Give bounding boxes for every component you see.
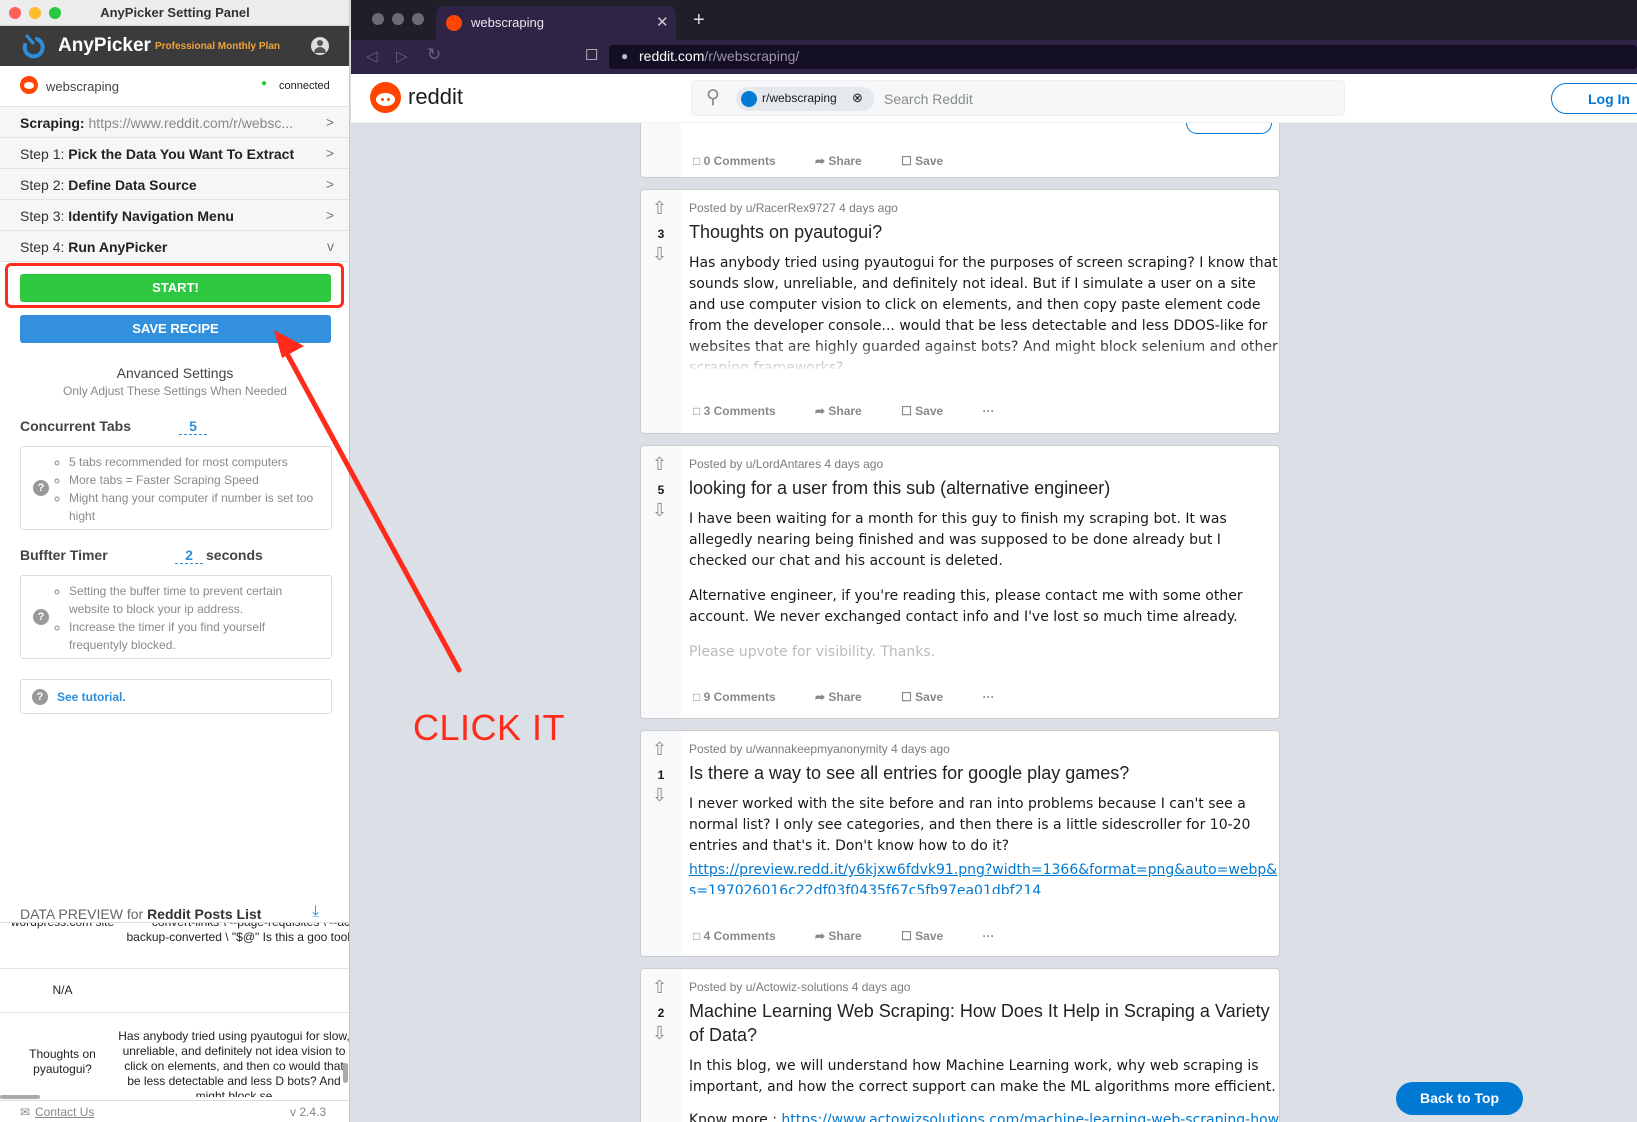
click-it-annotation: CLICK IT	[413, 707, 566, 748]
arrow-head-icon	[274, 330, 304, 358]
annotation-arrow	[274, 330, 462, 673]
